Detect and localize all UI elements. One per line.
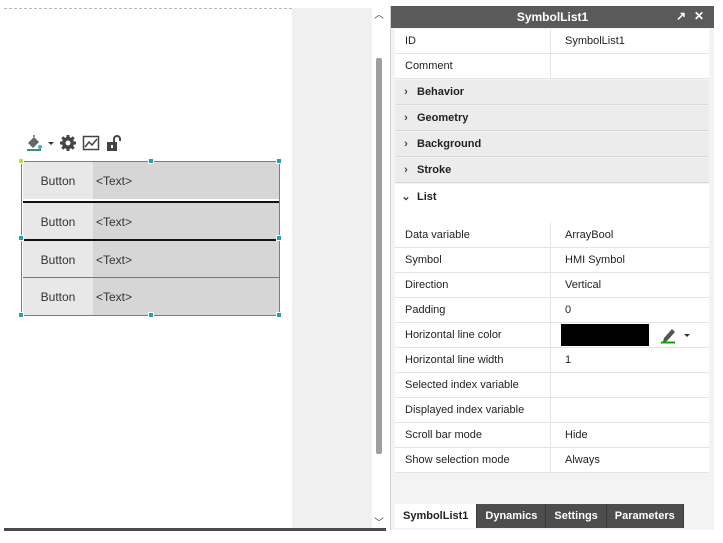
- property-value[interactable]: [551, 373, 709, 397]
- unlock-icon[interactable]: [104, 133, 124, 153]
- list-item-text: <Text>: [93, 203, 279, 240]
- chevron-right-icon: ›: [404, 86, 408, 98]
- tab-settings[interactable]: Settings: [546, 504, 607, 528]
- property-value[interactable]: 0: [551, 298, 709, 322]
- property-value-color: [551, 323, 709, 347]
- list-item-text: <Text>: [93, 241, 279, 278]
- popout-icon[interactable]: ↗: [676, 9, 686, 23]
- section-stroke[interactable]: › Stroke: [395, 158, 709, 183]
- property-row-horizontal-line-width: Horizontal line width 1: [395, 348, 709, 373]
- property-label: Padding: [395, 298, 551, 322]
- scroll-up-icon[interactable]: ︿: [373, 6, 385, 21]
- resize-handle[interactable]: [18, 158, 24, 164]
- chevron-right-icon: ›: [404, 138, 408, 150]
- resize-handle[interactable]: [276, 235, 282, 241]
- panel-title: SymbolList1: [516, 10, 589, 24]
- list-item-text: <Text>: [93, 162, 279, 199]
- chart-icon[interactable]: [81, 133, 101, 153]
- panel-header: SymbolList1 ↗ ✕: [391, 6, 714, 28]
- symbol-list-widget[interactable]: Button <Text> Button <Text> Button <Text…: [18, 158, 282, 318]
- tab-dynamics[interactable]: Dynamics: [477, 504, 547, 528]
- section-label: Geometry: [417, 112, 469, 124]
- property-label: Horizontal line width: [395, 348, 551, 372]
- property-label: Symbol: [395, 248, 551, 272]
- resize-handle[interactable]: [276, 312, 282, 318]
- property-label: Scroll bar mode: [395, 423, 551, 447]
- section-label: Stroke: [417, 164, 452, 176]
- property-row-scroll-bar-mode: Scroll bar mode Hide: [395, 423, 709, 448]
- property-value[interactable]: SymbolList1: [551, 29, 709, 53]
- property-row-padding: Padding 0: [395, 298, 709, 323]
- property-label: Comment: [395, 54, 551, 78]
- dropdown-arrow-icon[interactable]: [47, 133, 55, 153]
- scroll-down-icon[interactable]: ﹀: [373, 514, 385, 529]
- property-row-show-selection-mode: Show selection mode Always: [395, 448, 709, 473]
- resize-handle[interactable]: [18, 312, 24, 318]
- section-spacer: [395, 209, 709, 223]
- property-row-comment: Comment: [395, 54, 709, 79]
- property-row-id: ID SymbolList1: [395, 29, 709, 54]
- property-label: Selected index variable: [395, 373, 551, 397]
- resize-handle[interactable]: [148, 158, 154, 164]
- list-item[interactable]: Button <Text>: [23, 278, 279, 315]
- tab-parameters[interactable]: Parameters: [606, 504, 684, 528]
- dropdown-arrow-icon: [684, 334, 690, 337]
- property-label: Horizontal line color: [395, 323, 551, 347]
- properties-panel: SymbolList1 ↗ ✕ ID SymbolList1 Comment ›…: [390, 6, 714, 530]
- property-label: Data variable: [395, 223, 551, 247]
- canvas-gutter: [292, 8, 372, 528]
- section-geometry[interactable]: › Geometry: [395, 106, 709, 131]
- section-list[interactable]: ⌄ List: [395, 184, 709, 209]
- list-item-button[interactable]: Button: [23, 203, 93, 240]
- section-label: Behavior: [417, 86, 465, 98]
- chevron-right-icon: ›: [404, 112, 408, 124]
- close-icon[interactable]: ✕: [694, 9, 704, 23]
- section-background[interactable]: › Background: [395, 132, 709, 157]
- section-label: Background: [417, 138, 482, 150]
- property-value[interactable]: Always: [551, 448, 709, 472]
- list-item[interactable]: Button <Text>: [23, 162, 279, 199]
- pen-icon: [661, 329, 675, 344]
- list-item-button[interactable]: Button: [23, 278, 93, 315]
- list-item-button[interactable]: Button: [23, 241, 93, 278]
- list-item[interactable]: Button <Text>: [23, 203, 279, 240]
- property-row-horizontal-line-color: Horizontal line color: [395, 323, 709, 348]
- resize-handle[interactable]: [148, 312, 154, 318]
- property-row-direction: Direction Vertical: [395, 273, 709, 298]
- list-item[interactable]: Button <Text>: [23, 241, 279, 278]
- resize-handle[interactable]: [276, 158, 282, 164]
- property-row-symbol: Symbol HMI Symbol: [395, 248, 709, 273]
- property-value[interactable]: [551, 398, 709, 422]
- scrollbar-thumb[interactable]: [376, 58, 382, 454]
- widget-toolbar: [24, 130, 124, 156]
- canvas-bottom-border: [4, 528, 386, 531]
- resize-handle[interactable]: [18, 235, 24, 241]
- color-picker-button[interactable]: [659, 326, 691, 344]
- paint-bucket-icon[interactable]: [24, 133, 44, 153]
- gear-icon[interactable]: [58, 133, 78, 153]
- property-label: Direction: [395, 273, 551, 297]
- property-value[interactable]: HMI Symbol: [551, 248, 709, 272]
- property-row-displayed-index-variable: Displayed index variable: [395, 398, 709, 423]
- canvas-scrollbar[interactable]: ︿ ﹀: [372, 6, 386, 530]
- property-row-selected-index-variable: Selected index variable: [395, 373, 709, 398]
- property-label: Show selection mode: [395, 448, 551, 472]
- property-label: ID: [395, 29, 551, 53]
- list-item-button[interactable]: Button: [23, 162, 93, 199]
- tab-symbollist1[interactable]: SymbolList1: [395, 504, 478, 528]
- property-row-data-variable: Data variable ArrayBool: [395, 223, 709, 248]
- property-value[interactable]: Hide: [551, 423, 709, 447]
- property-value[interactable]: [551, 54, 709, 78]
- property-value[interactable]: ArrayBool: [551, 223, 709, 247]
- property-value[interactable]: 1: [551, 348, 709, 372]
- section-label: List: [417, 190, 437, 203]
- section-behavior[interactable]: › Behavior: [395, 80, 709, 105]
- color-swatch[interactable]: [561, 324, 649, 346]
- panel-tabs: SymbolList1 Dynamics Settings Parameters: [395, 504, 684, 528]
- chevron-down-icon: ⌄: [401, 191, 411, 203]
- chevron-right-icon: ›: [404, 164, 408, 176]
- property-label: Displayed index variable: [395, 398, 551, 422]
- property-value[interactable]: Vertical: [551, 273, 709, 297]
- list-item-text: <Text>: [93, 278, 279, 315]
